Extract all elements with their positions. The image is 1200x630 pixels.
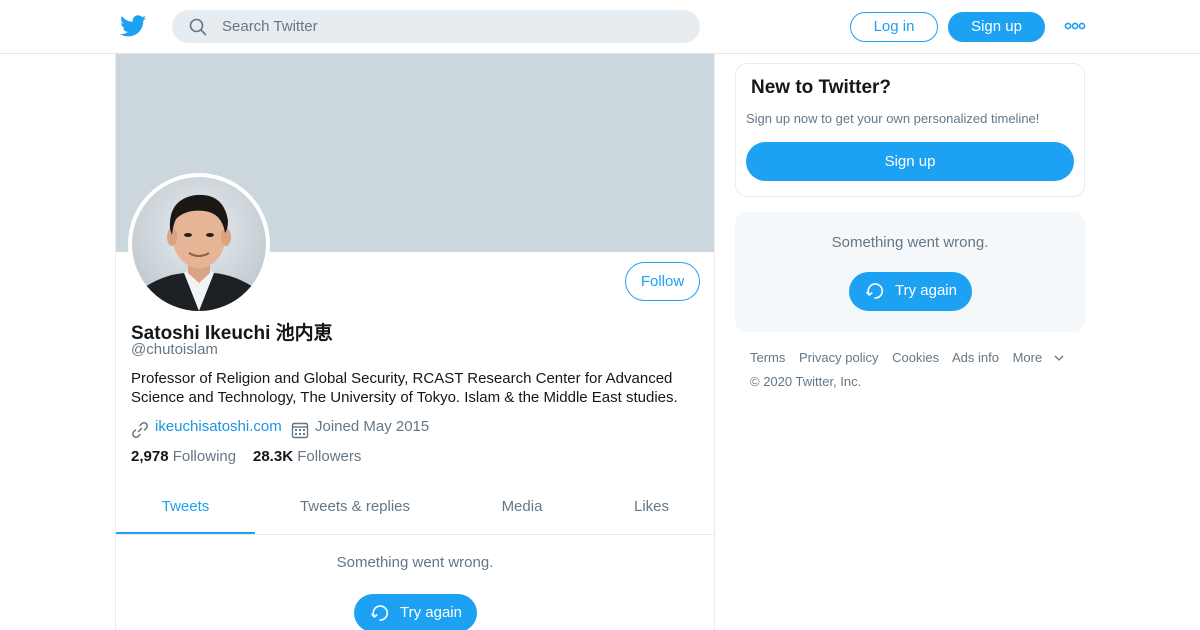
footer-links: Terms Privacy policy Cookies Ads info Mo… — [750, 350, 1074, 365]
search-input[interactable] — [222, 10, 682, 43]
twitter-bird-icon[interactable] — [120, 14, 146, 38]
footer-link-more: More — [1012, 350, 1043, 365]
new-to-twitter-card: New to Twitter? Sign up now to get your … — [735, 63, 1085, 197]
sidebar-try-again-button[interactable]: Try again — [849, 272, 972, 311]
timeline-try-again-button[interactable]: Try again — [354, 594, 477, 630]
tab-tweets-and-replies[interactable]: Tweets & replies — [255, 484, 455, 534]
new-to-twitter-title: New to Twitter? — [751, 77, 892, 98]
login-button[interactable]: Log in — [850, 12, 938, 42]
search-box[interactable] — [172, 10, 700, 43]
tab-tweets[interactable]: Tweets — [116, 484, 255, 534]
following-label: Following — [172, 448, 237, 465]
calendar-icon — [291, 422, 309, 439]
followers-count: 28.3K — [253, 448, 294, 465]
avatar[interactable] — [128, 173, 270, 315]
more-dots-icon[interactable] — [1064, 20, 1086, 32]
profile-tabs: Tweets Tweets & replies Media Likes — [116, 484, 714, 535]
chevron-down-icon — [1054, 355, 1064, 361]
new-to-twitter-subtitle: Sign up now to get your own personalized… — [746, 111, 1040, 126]
sidebar-signup-button[interactable]: Sign up — [746, 142, 1074, 181]
tab-likes[interactable]: Likes — [589, 484, 714, 534]
link-icon — [132, 422, 148, 438]
sidebar-error-message: Something went wrong. — [831, 234, 989, 251]
profile-website-link[interactable]: ikeuchisatoshi.com — [155, 418, 282, 435]
search-icon — [189, 18, 207, 36]
tab-media[interactable]: Media — [455, 484, 589, 534]
footer-more-menu[interactable]: More — [1013, 350, 1065, 365]
try-again-label: Try again — [400, 604, 462, 621]
footer-copyright: © 2020 Twitter, Inc. — [750, 374, 862, 389]
refresh-icon — [866, 283, 884, 299]
sidebar-error-card: Something went wrong. Try again — [735, 212, 1085, 332]
avatar-photo — [132, 177, 266, 311]
footer-link-ads-info[interactable]: Ads info — [952, 350, 999, 365]
profile-bio: Professor of Religion and Global Securit… — [131, 370, 678, 406]
following-count: 2,978 — [131, 448, 169, 465]
footer-link-privacy[interactable]: Privacy policy — [799, 350, 878, 365]
follow-button[interactable]: Follow — [625, 262, 700, 301]
refresh-icon — [371, 605, 389, 621]
footer-link-terms[interactable]: Terms — [750, 350, 785, 365]
top-bar: Log in Sign up — [0, 0, 1200, 54]
signup-button[interactable]: Sign up — [948, 12, 1045, 42]
try-again-label: Try again — [895, 282, 957, 299]
followers-count-link[interactable]: 28.3K Followers — [253, 448, 361, 465]
footer-link-cookies[interactable]: Cookies — [892, 350, 939, 365]
profile-handle[interactable]: @chutoislam — [131, 341, 218, 358]
followers-label: Followers — [297, 448, 362, 465]
profile-column: Follow Satoshi Ikeuchi 池内恵 @chutoislam P… — [115, 54, 715, 630]
profile-joined-date: Joined May 2015 — [315, 418, 430, 435]
footer: Terms Privacy policy Cookies Ads info Mo… — [750, 350, 1074, 389]
timeline-error-message: Something went wrong. — [336, 554, 494, 571]
following-count-link[interactable]: 2,978 Following — [131, 448, 236, 465]
